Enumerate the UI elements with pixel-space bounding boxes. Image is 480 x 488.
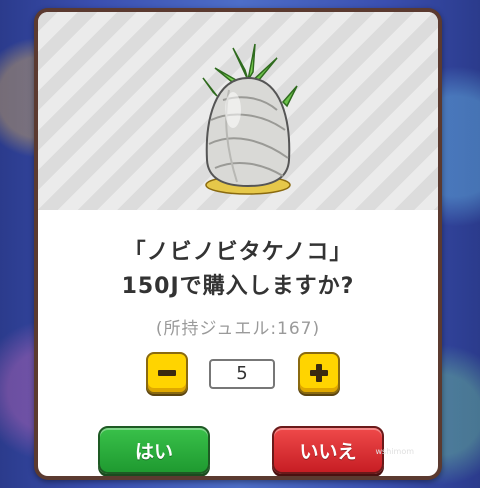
plus-icon bbox=[310, 364, 328, 382]
decrease-quantity-button[interactable] bbox=[146, 352, 188, 394]
purchase-question-text: 150Jで購入しますか? bbox=[121, 274, 355, 299]
yes-button[interactable]: はい bbox=[98, 426, 210, 474]
yes-button-label: はい bbox=[134, 440, 173, 463]
item-preview-panel bbox=[38, 12, 438, 210]
item-name-text: 「ノビノビタケノコ」 bbox=[123, 240, 353, 265]
increase-quantity-button[interactable] bbox=[298, 352, 340, 394]
quantity-field[interactable]: 5 bbox=[209, 359, 275, 389]
dialog-body: 「ノビノビタケノコ」 150Jで購入しますか? (所持ジュエル:167) 5 は… bbox=[38, 12, 438, 476]
minus-icon bbox=[158, 370, 176, 376]
no-button-label: いいえ bbox=[299, 440, 357, 463]
purchase-dialog: 「ノビノビタケノコ」 150Jで購入しますか? (所持ジュエル:167) 5 は… bbox=[34, 8, 442, 480]
bamboo-shoot-icon bbox=[202, 43, 298, 195]
watermark: wshimom bbox=[375, 447, 414, 456]
owned-jewels-text: (所持ジュエル:167) bbox=[155, 319, 321, 339]
no-button[interactable]: いいえ bbox=[272, 426, 384, 474]
